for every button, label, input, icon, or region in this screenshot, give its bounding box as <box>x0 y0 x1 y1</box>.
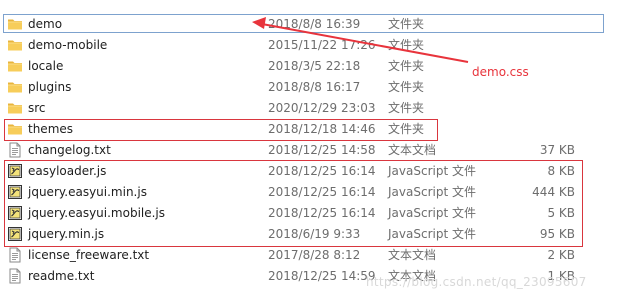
annotation-arrow-icon <box>252 17 469 63</box>
file-list-view: demo 2018/8/8 16:39 文件夹 demo-mobile 2015/11/… <box>0 0 617 304</box>
watermark: https://blog.csdn.net/qq_23095607 <box>366 275 587 289</box>
annotation-label: demo.css <box>472 65 529 79</box>
